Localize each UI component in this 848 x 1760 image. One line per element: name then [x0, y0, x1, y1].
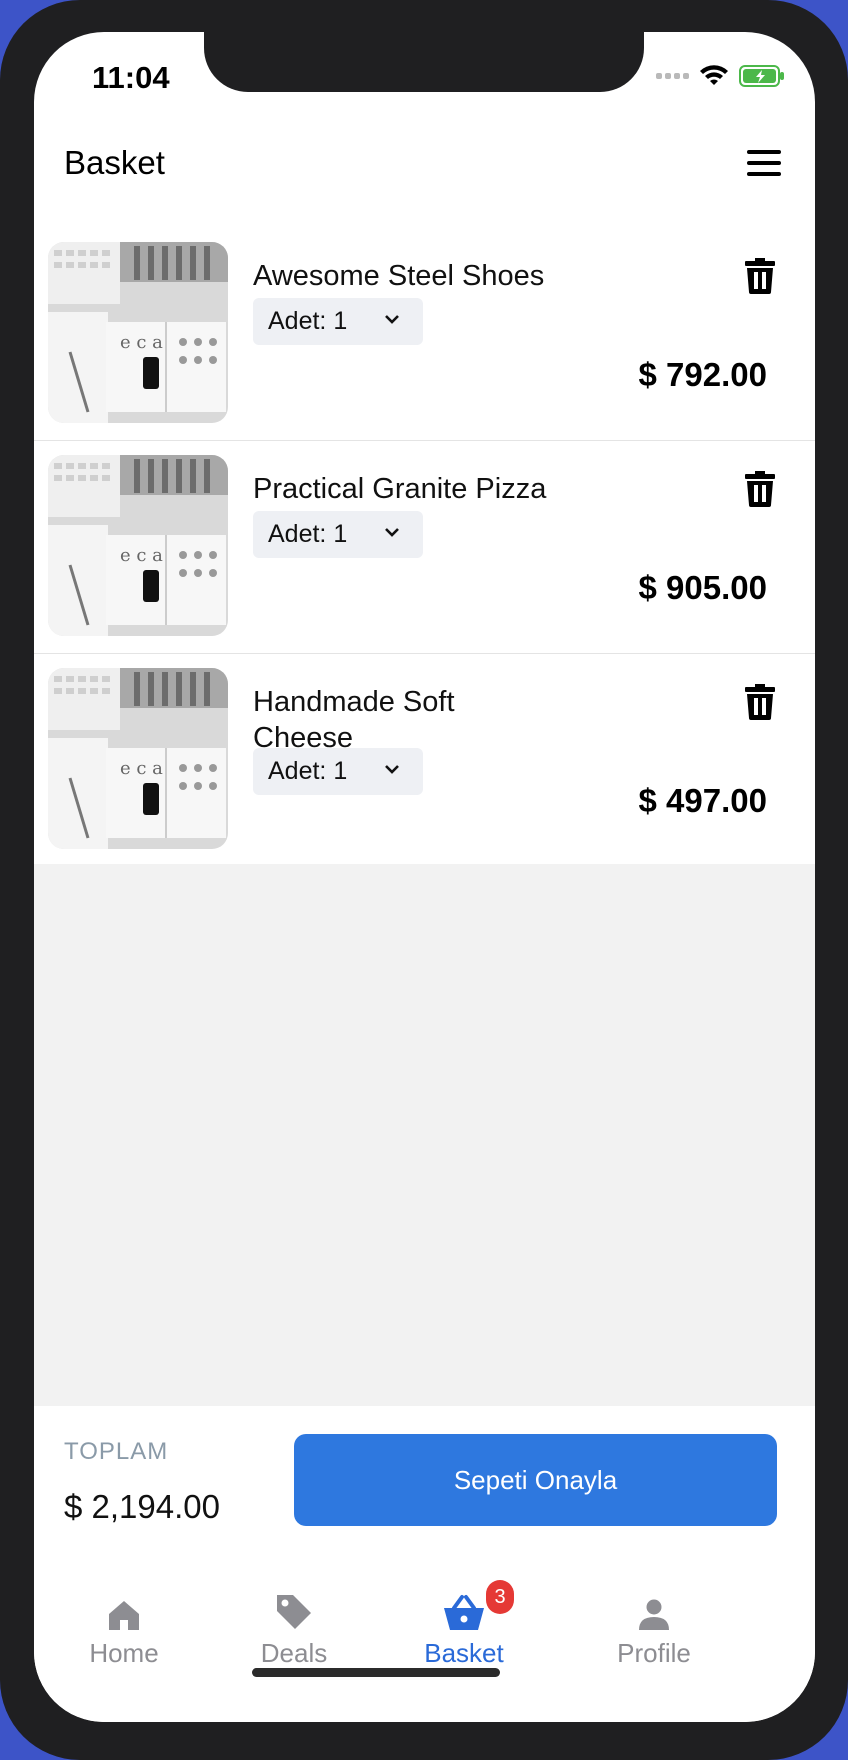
- product-price: $ 905.00: [638, 569, 767, 606]
- menu-button[interactable]: [747, 150, 781, 180]
- hamburger-icon: [747, 150, 781, 154]
- empty-area: [34, 864, 815, 1406]
- tab-deals[interactable]: Deals: [204, 1588, 384, 1669]
- chevron-down-icon: [385, 528, 399, 537]
- delete-icon[interactable]: [745, 684, 775, 720]
- tab-label: Home: [89, 1638, 159, 1668]
- home-indicator: [252, 1668, 500, 1677]
- confirm-basket-button[interactable]: Sepeti Onayla: [294, 1434, 777, 1526]
- delete-icon[interactable]: [745, 471, 775, 507]
- delete-icon[interactable]: [745, 258, 775, 294]
- chevron-down-icon: [385, 765, 399, 774]
- svg-text:e c a: e c a: [120, 758, 163, 779]
- product-image: e c a: [48, 668, 228, 849]
- tab-basket[interactable]: 3 Basket: [374, 1580, 554, 1669]
- total-label: TOPLAM: [64, 1438, 169, 1465]
- status-icons: [656, 64, 785, 88]
- signal-icon: [656, 73, 689, 79]
- product-name: Awesome Steel Shoes: [253, 260, 545, 292]
- product-name: Handmade Soft Cheese: [253, 686, 455, 754]
- product-image: e c a: [48, 242, 228, 423]
- product-price: $ 497.00: [638, 782, 767, 819]
- basket-item: e c a Handmade Soft Cheese Adet: 1 $ 497…: [34, 654, 815, 864]
- basket-item: e c a Awesome Steel Shoes Adet: 1 $ 792.…: [34, 228, 815, 441]
- product-price: $ 792.00: [638, 356, 767, 393]
- quantity-select[interactable]: Adet: 1: [253, 511, 423, 558]
- tab-bar: Home Deals 3 Basket Profile: [34, 1566, 815, 1722]
- tab-label: Deals: [260, 1638, 328, 1668]
- status-time: 11:04: [92, 60, 170, 95]
- page-title: Basket: [64, 144, 165, 181]
- svg-text:e c a: e c a: [120, 332, 163, 353]
- quantity-label: Adet: 1: [268, 757, 348, 785]
- quantity-label: Adet: 1: [268, 520, 348, 548]
- tag-icon: [277, 1595, 311, 1629]
- tab-label: Profile: [617, 1638, 691, 1668]
- chevron-down-icon: [385, 315, 399, 324]
- tab-profile[interactable]: Profile: [564, 1588, 744, 1669]
- basket-list: e c a Awesome Steel Shoes Adet: 1 $ 792.…: [34, 228, 815, 864]
- product-name: Practical Granite Pizza: [253, 473, 547, 505]
- app-screen: 11:04 Basket e c a Awesome Steel Shoes A…: [34, 32, 815, 1722]
- quantity-label: Adet: 1: [268, 307, 348, 335]
- person-icon: [639, 1599, 669, 1630]
- tab-label: Basket: [424, 1638, 504, 1668]
- device-frame: 11:04 Basket e c a Awesome Steel Shoes A…: [0, 0, 848, 1760]
- basket-count-badge: 3: [486, 1580, 514, 1614]
- home-icon: [109, 1601, 139, 1630]
- product-image: e c a: [48, 455, 228, 636]
- quantity-select[interactable]: Adet: 1: [253, 748, 423, 795]
- tab-home[interactable]: Home: [34, 1588, 214, 1669]
- wifi-icon: [700, 65, 728, 85]
- basket-item: e c a Practical Granite Pizza Adet: 1 $ …: [34, 441, 815, 654]
- svg-text:e c a: e c a: [120, 545, 163, 566]
- notch: [204, 32, 644, 92]
- quantity-select[interactable]: Adet: 1: [253, 298, 423, 345]
- checkout-bar: TOPLAM $ 2,194.00 Sepeti Onayla: [34, 1406, 815, 1566]
- battery-icon: [739, 65, 784, 87]
- basket-icon: [444, 1595, 484, 1630]
- total-value: $ 2,194.00: [64, 1488, 220, 1525]
